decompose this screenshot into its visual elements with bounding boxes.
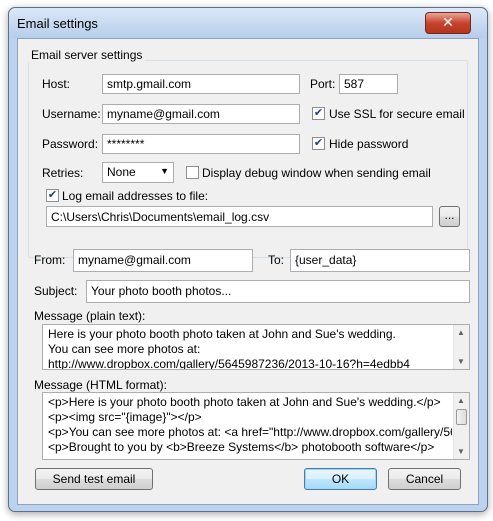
plain-line: http://www.dropbox.com/gallery/564598723… xyxy=(48,357,410,370)
port-input[interactable]: 587 xyxy=(339,74,398,94)
html-content: <p>Here is your photo booth photo taken … xyxy=(48,395,452,455)
scroll-down-icon[interactable]: ▼ xyxy=(457,447,465,456)
username-label: Username: xyxy=(42,107,101,121)
send-test-email-button[interactable]: Send test email xyxy=(35,468,153,490)
ok-button[interactable]: OK xyxy=(304,468,377,490)
subject-label: Subject: xyxy=(34,284,78,298)
scroll-up-icon[interactable]: ▲ xyxy=(457,396,465,405)
hide-password-checkbox[interactable]: ✔ xyxy=(312,137,325,150)
html-message-scrollbar[interactable]: ▲ ▼ xyxy=(453,393,469,459)
close-button[interactable]: ✕ xyxy=(425,12,471,34)
dialog-client-area: Email server settings Host: smtp.gmail.c… xyxy=(17,38,479,505)
plain-text-message-editor[interactable]: Here is your photo booth photo taken at … xyxy=(42,324,470,370)
log-email-checkbox[interactable]: ✔ xyxy=(46,189,59,202)
log-email-label[interactable]: Log email addresses to file: xyxy=(62,189,208,203)
cancel-button[interactable]: Cancel xyxy=(388,468,461,490)
email-settings-window: Email settings ✕ Email server settings H… xyxy=(8,7,488,512)
log-file-path-input[interactable]: C:\Users\Chris\Documents\email_log.csv xyxy=(46,206,433,227)
retries-value: None xyxy=(107,165,136,179)
plain-line: Here is your photo booth photo taken at … xyxy=(48,327,396,341)
html-line: <p><img src="{image}"></p> xyxy=(48,410,202,424)
from-label: From: xyxy=(34,253,66,267)
html-line: <p>You can see more photos at: <a href="… xyxy=(48,425,452,439)
host-label: Host: xyxy=(42,77,71,91)
plain-text-scrollbar[interactable]: ▲ ▼ xyxy=(453,325,469,369)
password-label: Password: xyxy=(42,137,99,151)
ssl-label[interactable]: Use SSL for secure email xyxy=(329,107,465,121)
retries-dropdown[interactable]: None ▼ xyxy=(102,162,174,183)
scrollbar-thumb[interactable] xyxy=(456,409,467,425)
html-line: <p>Here is your photo booth photo taken … xyxy=(48,395,441,409)
from-input[interactable]: myname@gmail.com xyxy=(73,249,253,272)
window-title: Email settings xyxy=(17,16,98,31)
hide-password-label[interactable]: Hide password xyxy=(329,137,408,151)
plain-line: You can see more photos at: xyxy=(48,342,201,356)
port-label: Port: xyxy=(310,77,336,91)
to-input[interactable]: {user_data} xyxy=(290,249,470,272)
ssl-checkbox[interactable]: ✔ xyxy=(312,107,325,120)
html-message-label: Message (HTML format): xyxy=(34,378,167,392)
debug-window-label[interactable]: Display debug window when sending email xyxy=(202,166,431,180)
title-bar: Email settings ✕ xyxy=(9,8,487,38)
subject-input[interactable]: Your photo booth photos... xyxy=(86,280,470,303)
username-input[interactable]: myname@gmail.com xyxy=(102,104,300,124)
group-title: Email server settings xyxy=(28,48,146,62)
scroll-up-icon[interactable]: ▲ xyxy=(457,328,465,337)
password-input[interactable]: ******** xyxy=(102,134,300,154)
html-message-editor[interactable]: <p>Here is your photo booth photo taken … xyxy=(42,392,470,460)
retries-label: Retries: xyxy=(42,166,84,180)
host-input[interactable]: smtp.gmail.com xyxy=(102,74,300,94)
plain-text-message-label: Message (plain text): xyxy=(34,309,146,323)
browse-button[interactable]: ... xyxy=(439,206,460,227)
debug-window-checkbox[interactable] xyxy=(186,166,199,179)
scroll-down-icon[interactable]: ▼ xyxy=(457,357,465,366)
plain-text-content: Here is your photo booth photo taken at … xyxy=(48,327,410,370)
to-label: To: xyxy=(268,253,285,267)
chevron-down-icon: ▼ xyxy=(160,166,169,176)
html-line: <p>Brought to you by <b>Breeze Systems</… xyxy=(48,440,435,454)
